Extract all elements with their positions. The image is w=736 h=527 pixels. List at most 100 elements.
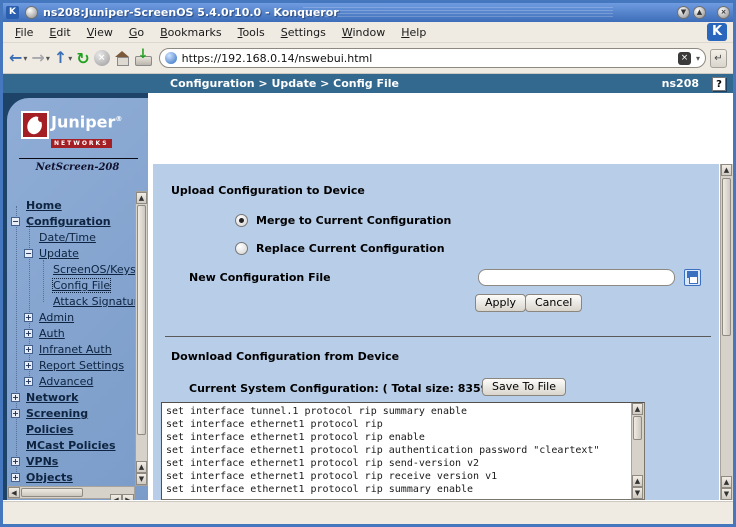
forward-button[interactable]: → ▾: [31, 48, 49, 68]
minimize-button[interactable]: ▼: [677, 6, 690, 19]
forward-icon: →: [31, 48, 44, 68]
config-textarea[interactable]: set interface tunnel.1 protocol rip summ…: [161, 402, 645, 500]
location-history-chevron-icon[interactable]: ▾: [696, 54, 700, 63]
sidebar-item-configuration[interactable]: −Configuration: [7, 214, 135, 230]
scroll-right-icon[interactable]: ▶: [122, 494, 134, 500]
menu-help[interactable]: Help: [393, 24, 434, 41]
location-bar[interactable]: × ▾: [159, 48, 706, 68]
sidebar-item-advanced[interactable]: +Advanced: [7, 374, 135, 390]
expand-icon[interactable]: +: [11, 393, 20, 402]
new-config-file-input[interactable]: [478, 269, 675, 286]
main-vertical-scrollbar[interactable]: ▲ ▲ ▼: [720, 164, 733, 500]
replace-radio-label: Replace Current Configuration: [256, 242, 445, 255]
scrollbar-thumb[interactable]: [722, 178, 731, 336]
expand-icon[interactable]: +: [24, 361, 33, 370]
menu-go[interactable]: Go: [121, 24, 152, 41]
scroll-left-icon[interactable]: ◀: [110, 494, 122, 500]
sidebar-item-screenos-keys[interactable]: ScreenOS/Keys: [7, 262, 135, 278]
sidebar-item-infranet-auth[interactable]: +Infranet Auth: [7, 342, 135, 358]
up-chevron-icon[interactable]: ▾: [68, 54, 72, 63]
expand-icon[interactable]: +: [11, 473, 20, 482]
breadcrumb-bar: Configuration > Update > Config File ns2…: [3, 74, 733, 93]
expand-icon[interactable]: +: [24, 345, 33, 354]
collapse-icon[interactable]: −: [11, 217, 20, 226]
help-button[interactable]: ?: [712, 77, 726, 91]
sticky-button[interactable]: [25, 6, 38, 19]
reload-button[interactable]: ↻: [76, 49, 89, 68]
up-button[interactable]: ↑ ▾: [54, 48, 72, 68]
scroll-down-icon[interactable]: ▼: [632, 487, 643, 499]
scroll-left-icon[interactable]: ◀: [8, 487, 20, 498]
apply-button[interactable]: Apply: [475, 294, 526, 312]
home-icon: [114, 51, 130, 65]
forward-chevron-icon[interactable]: ▾: [46, 54, 50, 63]
config-line: set interface ethernet1 protocol rip sen…: [166, 457, 628, 470]
kde-logo-icon[interactable]: K: [707, 23, 727, 41]
back-chevron-icon[interactable]: ▾: [23, 54, 27, 63]
collapse-icon[interactable]: −: [24, 249, 33, 258]
replace-option[interactable]: Replace Current Configuration: [235, 242, 445, 255]
sidebar-item-screening[interactable]: +Screening: [7, 406, 135, 422]
scroll-up-icon[interactable]: ▲: [721, 476, 732, 488]
menu-view[interactable]: View: [79, 24, 121, 41]
sidebar-item-config-file[interactable]: Config File: [7, 278, 135, 294]
scroll-up-icon[interactable]: ▲: [721, 164, 732, 176]
config-line: set interface ethernet1 protocol rip sum…: [166, 483, 628, 496]
sidebar-item-objects[interactable]: +Objects: [7, 470, 135, 486]
scroll-up-icon[interactable]: ▲: [632, 403, 643, 415]
maximize-button[interactable]: ▲: [693, 6, 706, 19]
scroll-up-icon[interactable]: ▲: [632, 475, 643, 487]
expand-icon[interactable]: +: [11, 409, 20, 418]
sidebar-item-home[interactable]: Home: [7, 198, 135, 214]
app-menu-icon[interactable]: K: [6, 6, 19, 19]
sidebar-horizontal-scrollbar[interactable]: ◀ ◀▶: [7, 486, 135, 499]
textarea-scrollbar[interactable]: ▲ ▲ ▼: [631, 403, 644, 499]
sidebar-item-network[interactable]: +Network: [7, 390, 135, 406]
sidebar-item-auth[interactable]: +Auth: [7, 326, 135, 342]
sidebar-item-policies[interactable]: Policies: [7, 422, 135, 438]
sidebar-item-vpns[interactable]: +VPNs: [7, 454, 135, 470]
sidebar-item-attack-signature[interactable]: Attack Signature: [7, 294, 135, 310]
scroll-down-icon[interactable]: ▼: [136, 473, 147, 485]
replace-radio[interactable]: [235, 242, 248, 255]
menu-bookmarks[interactable]: Bookmarks: [152, 24, 229, 41]
sidebar-item-mcast-policies[interactable]: MCast Policies: [7, 438, 135, 454]
save-to-file-button[interactable]: Save To File: [482, 378, 566, 396]
sidebar-item-date-time[interactable]: Date/Time: [7, 230, 135, 246]
merge-radio[interactable]: [235, 214, 248, 227]
download-section-heading: Download Configuration from Device: [171, 350, 399, 363]
back-button[interactable]: ← ▾: [9, 48, 27, 68]
menu-edit[interactable]: Edit: [41, 24, 78, 41]
scrollbar-thumb[interactable]: [137, 205, 146, 435]
merge-option[interactable]: Merge to Current Configuration: [235, 214, 451, 227]
juniper-logo: Juniper® NETWORKS: [21, 111, 148, 149]
menu-tools[interactable]: Tools: [230, 24, 273, 41]
sidebar-item-update[interactable]: −Update: [7, 246, 135, 262]
menu-settings[interactable]: Settings: [273, 24, 334, 41]
stop-button[interactable]: ×: [94, 50, 110, 66]
sidebar-item-admin[interactable]: +Admin: [7, 310, 135, 326]
print-button[interactable]: [134, 51, 151, 66]
expand-icon[interactable]: +: [24, 377, 33, 386]
browse-file-icon[interactable]: [684, 269, 701, 286]
scrollbar-thumb[interactable]: [21, 488, 83, 497]
scroll-down-icon[interactable]: ▼: [721, 488, 732, 500]
juniper-flame-icon: [21, 111, 49, 139]
sidebar-item-report-settings[interactable]: +Report Settings: [7, 358, 135, 374]
scrollbar-thumb[interactable]: [633, 416, 642, 440]
close-button[interactable]: ×: [717, 6, 730, 19]
home-button[interactable]: [114, 51, 130, 65]
cancel-button[interactable]: Cancel: [525, 294, 582, 312]
print-download-icon: [134, 51, 151, 66]
expand-icon[interactable]: +: [24, 313, 33, 322]
menu-window[interactable]: Window: [334, 24, 393, 41]
clear-location-icon[interactable]: ×: [678, 52, 691, 65]
go-button[interactable]: ↵: [710, 49, 727, 68]
url-input[interactable]: [182, 52, 678, 65]
sidebar-vertical-scrollbar[interactable]: ▲ ▲ ▼: [135, 191, 148, 486]
expand-icon[interactable]: +: [11, 457, 20, 466]
scroll-up-icon[interactable]: ▲: [136, 192, 147, 204]
scroll-up-icon[interactable]: ▲: [136, 461, 147, 473]
menu-file[interactable]: File: [7, 24, 41, 41]
expand-icon[interactable]: +: [24, 329, 33, 338]
